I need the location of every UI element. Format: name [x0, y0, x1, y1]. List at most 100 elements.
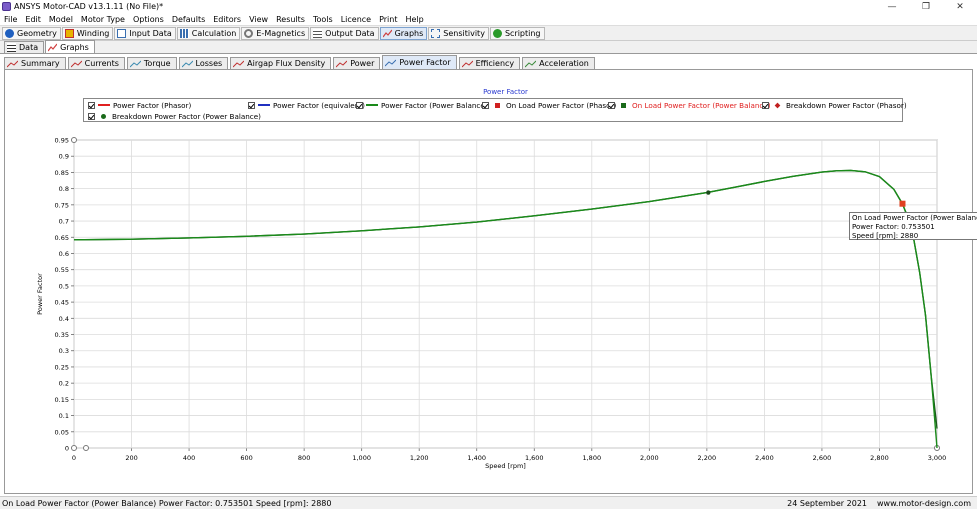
legend-breakdown-power-factor-phasor[interactable]: Breakdown Power Factor (Phasor): [762, 100, 907, 110]
tab-acceleration[interactable]: Acceleration: [522, 57, 595, 69]
checkbox-icon[interactable]: [88, 112, 95, 120]
tab-data[interactable]: Data: [4, 41, 45, 53]
x-tick-label: 2,600: [813, 454, 832, 462]
checkbox-icon[interactable]: [88, 101, 95, 109]
checkbox-icon[interactable]: [356, 101, 363, 109]
tab-efficiency[interactable]: Efficiency: [458, 57, 521, 69]
tab-summary[interactable]: Summary: [4, 57, 66, 69]
x-tick-label: 1,000: [352, 454, 371, 462]
winding-button[interactable]: Winding: [61, 26, 114, 40]
sensitivity-button[interactable]: Sensitivity: [428, 26, 489, 40]
status-bar: On Load Power Factor (Power Balance) Pow…: [0, 496, 977, 509]
y-tick-label: 0.9: [59, 153, 69, 161]
chart-legend: Power Factor (Phasor) Power Factor (equi…: [83, 98, 907, 122]
tab-airgap-flux-density[interactable]: Airgap Flux Density: [230, 57, 332, 69]
tab-power[interactable]: Power: [333, 57, 381, 69]
chart-title: Power Factor: [483, 88, 528, 96]
tab-torque[interactable]: Torque: [126, 57, 177, 69]
checkbox-icon[interactable]: [482, 101, 489, 109]
menu-tools[interactable]: Tools: [309, 15, 337, 24]
view-tabs: Data Graphs: [0, 40, 977, 54]
line-graph-icon: [336, 60, 348, 67]
tab-power-factor[interactable]: Power Factor: [382, 55, 457, 69]
y-tick-label: 0.25: [55, 363, 69, 371]
x-tick-label: 0: [72, 454, 76, 462]
x-axis-label: Speed [rpm]: [485, 462, 526, 470]
e-magnetics-button[interactable]: E-Magnetics: [241, 26, 310, 40]
y-tick-label: 0.3: [59, 347, 69, 355]
legend-power-factor-equivalent[interactable]: Power Factor (equivalent): [248, 100, 365, 110]
menu-defaults[interactable]: Defaults: [168, 15, 209, 24]
legend-power-factor-phasor[interactable]: Power Factor (Phasor): [88, 100, 191, 110]
line-graph-icon: [461, 60, 473, 67]
restore-icon[interactable]: ❐: [909, 0, 943, 13]
output-data-button[interactable]: Output Data: [310, 26, 379, 40]
y-tick-label: 0.85: [55, 169, 69, 177]
geometry-button[interactable]: Geometry: [2, 26, 61, 40]
tab-losses[interactable]: Losses: [178, 57, 229, 69]
graphs-button[interactable]: Graphs: [379, 26, 428, 40]
line-graph-icon: [70, 60, 82, 67]
line-graph-icon: [181, 60, 193, 67]
x-tick-label: 1,800: [582, 454, 601, 462]
scripting-button[interactable]: Scripting: [489, 26, 545, 40]
legend-on-load-power-factor-phasor[interactable]: On Load Power Factor (Phasor): [482, 100, 616, 110]
motor-cad-app-icon: [2, 2, 11, 11]
calculation-button[interactable]: Calculation: [176, 26, 241, 40]
checkbox-icon[interactable]: [762, 101, 769, 109]
diamond-marker-icon: [774, 102, 781, 108]
legend-on-load-power-factor-power-balance[interactable]: On Load Power Factor (Power Balance): [608, 100, 771, 110]
checkbox-icon[interactable]: [608, 101, 615, 109]
menu-editors[interactable]: Editors: [209, 15, 245, 24]
y-tick-label: 0.75: [55, 201, 69, 209]
title-bar: ANSYS Motor-CAD v13.1.11 (No File)* — ❐ …: [0, 0, 977, 13]
y-tick-label: 0.8: [59, 185, 69, 193]
x-tick-label: 600: [240, 454, 252, 462]
x-tick-label: 2,800: [870, 454, 889, 462]
legend-breakdown-power-factor-power-balance[interactable]: Breakdown Power Factor (Power Balance): [88, 111, 261, 121]
menu-file[interactable]: File: [0, 15, 21, 24]
menu-view[interactable]: View: [245, 15, 272, 24]
menu-options[interactable]: Options: [129, 15, 168, 24]
close-icon[interactable]: ✕: [943, 0, 977, 13]
menu-motor-type[interactable]: Motor Type: [77, 15, 129, 24]
legend-power-factor-power-balance[interactable]: Power Factor (Power Balance): [356, 100, 488, 110]
x-tick-label: 400: [183, 454, 195, 462]
menu-edit[interactable]: Edit: [21, 15, 45, 24]
square-marker-icon: [621, 102, 626, 108]
y-tick-label: 0.65: [55, 234, 69, 242]
window-title: ANSYS Motor-CAD v13.1.11 (No File)*: [14, 2, 164, 11]
axis-handle: [83, 445, 89, 451]
status-date: 24 September 2021: [787, 499, 867, 508]
minimize-icon[interactable]: —: [875, 0, 909, 13]
y-tick-label: 0.7: [59, 218, 69, 226]
tab-currents[interactable]: Currents: [67, 57, 125, 69]
status-right: 24 September 2021 www.motor-design.com: [777, 497, 971, 510]
tooltip-speed: Speed [rpm]: 2880: [852, 232, 919, 240]
legend-swatch: [366, 104, 378, 106]
graph-icon: [382, 29, 392, 37]
tab-graphs[interactable]: Graphs: [45, 40, 95, 53]
x-tick-label: 800: [298, 454, 310, 462]
output-data-icon: [313, 28, 323, 38]
menu-print[interactable]: Print: [375, 15, 401, 24]
graph-panel: Power Factor 0 200 400 600 800 1,000 1,200 1,400…: [4, 70, 977, 494]
status-text: On Load Power Factor (Power Balance) Pow…: [2, 498, 332, 508]
menu-help[interactable]: Help: [401, 15, 427, 24]
y-tick-label: 0.55: [55, 266, 69, 274]
tooltip-power-factor: Power Factor: 0.753501: [852, 223, 935, 231]
plot-area: [73, 139, 938, 449]
menu-model[interactable]: Model: [45, 15, 77, 24]
power-factor-chart[interactable]: Power Factor 0 200 400 600 800 1,000 1,200 1,400…: [5, 70, 972, 494]
checkbox-icon[interactable]: [248, 101, 255, 109]
y-tick-label: 0.35: [55, 331, 69, 339]
menu-licence[interactable]: Licence: [337, 15, 375, 24]
input-data-button[interactable]: Input Data: [114, 26, 176, 40]
y-tick-label: 0.15: [55, 396, 69, 404]
x-tick-label: 2,400: [755, 454, 774, 462]
axis-handle: [71, 445, 77, 451]
data-point-tooltip: On Load Power Factor (Power Balance) Pow…: [849, 212, 977, 240]
square-marker-icon: [495, 102, 500, 108]
sensitivity-icon: [431, 28, 441, 38]
menu-results[interactable]: Results: [272, 15, 309, 24]
